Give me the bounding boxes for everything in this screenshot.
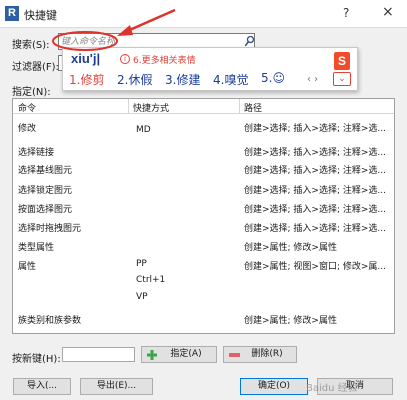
command-cell: 属性 <box>18 262 37 272</box>
filter-label: 过滤器(F): <box>12 62 59 73</box>
ime-candidate[interactable]: 1.修剪 <box>69 71 104 88</box>
table-header: 命令 快捷方式 路径 <box>13 99 394 114</box>
path-cell: 创建>选择; 插入>选择; 注释>选... <box>244 186 386 196</box>
info-icon: i <box>120 54 130 64</box>
ime-candidate[interactable]: 2.休假 <box>117 71 152 88</box>
remove-button-label: 删除(R) <box>251 349 283 359</box>
path-cell: 创建>属性; 修改>属性 <box>244 316 337 326</box>
window-title: 快捷键 <box>24 9 57 22</box>
ime-candidate[interactable]: 3.修建 <box>165 71 200 88</box>
ok-button[interactable]: 确定(O) <box>240 378 308 395</box>
command-cell: 按面选择图元 <box>18 205 73 215</box>
column-header-shortcut[interactable]: 快捷方式 <box>133 101 169 114</box>
import-button[interactable]: 导入(... <box>13 378 71 395</box>
assign-button-label: 指定(A) <box>170 349 202 359</box>
column-header-path[interactable]: 路径 <box>244 101 262 114</box>
new-key-label: 按新键(H): <box>12 354 61 365</box>
ime-hint[interactable]: 6.更多相关表情 <box>133 53 196 66</box>
command-cell: 选择基线图元 <box>18 166 73 176</box>
path-cell: 创建>选择; 插入>选择; 注释>选... <box>244 166 386 176</box>
minus-icon <box>229 353 240 357</box>
baidu-watermark: Baidu 经验 <box>306 383 358 394</box>
sogou-logo-icon: S <box>334 52 350 70</box>
search-label: 搜索(S): <box>12 40 50 51</box>
remove-button[interactable]: 删除(R) <box>223 346 297 363</box>
path-cell: 创建>选择; 插入>选择; 注释>选... <box>244 148 386 158</box>
new-key-input[interactable] <box>62 347 135 362</box>
shortcut-cell: PP <box>136 259 147 269</box>
column-header-command[interactable]: 命令 <box>18 101 36 114</box>
ime-candidate-popup: xiu'j| i 6.更多相关表情 S 1.修剪 2.休假 3.修建 4.嗅觉 … <box>62 47 358 91</box>
ime-page-arrows[interactable]: ‹ › <box>307 74 318 85</box>
export-button[interactable]: 导出(E)... <box>80 378 153 395</box>
shortcut-cell: Ctrl+1 <box>136 275 166 285</box>
assignments-label: 指定(N): <box>12 87 51 98</box>
path-cell: 创建>属性; 修改>属性 <box>244 243 337 253</box>
title-bar: R 快捷键 ? × <box>0 0 407 28</box>
shortcut-cell: VP <box>136 292 148 302</box>
command-cell: 选择锁定图元 <box>18 186 73 196</box>
path-cell: 创建>属性; 视图>窗口; 修改>属... <box>244 262 386 272</box>
ime-candidate[interactable]: 5.☺ <box>261 71 285 85</box>
command-cell: 选择时拖拽图元 <box>18 224 82 234</box>
revit-logo-icon: R <box>5 6 19 21</box>
path-cell: 创建>选择; 插入>选择; 注释>选... <box>244 205 386 215</box>
command-cell: 选择链接 <box>18 148 55 158</box>
close-button[interactable]: × <box>382 4 394 20</box>
command-cell: 族类别和族参数 <box>18 316 82 326</box>
ime-composition: xiu'j| <box>71 51 101 66</box>
plus-icon <box>147 350 157 360</box>
chevron-down-icon[interactable]: ⌄ <box>333 72 351 86</box>
command-cell: 类型属性 <box>18 243 55 253</box>
command-cell: 修改 <box>18 124 37 134</box>
shortcut-cell: MD <box>136 125 151 135</box>
help-button[interactable]: ? <box>343 6 349 20</box>
path-cell: 创建>选择; 插入>选择; 注释>选... <box>244 124 386 134</box>
shortcuts-table[interactable]: 命令 快捷方式 路径 修改 MD 创建>选择; 插入>选择; 注释>选... 选… <box>12 98 395 334</box>
assign-button[interactable]: 指定(A) <box>141 346 217 363</box>
ime-candidate[interactable]: 4.嗅觉 <box>213 71 248 88</box>
path-cell: 创建>选择; 插入>选择; 注释>选... <box>244 224 386 234</box>
